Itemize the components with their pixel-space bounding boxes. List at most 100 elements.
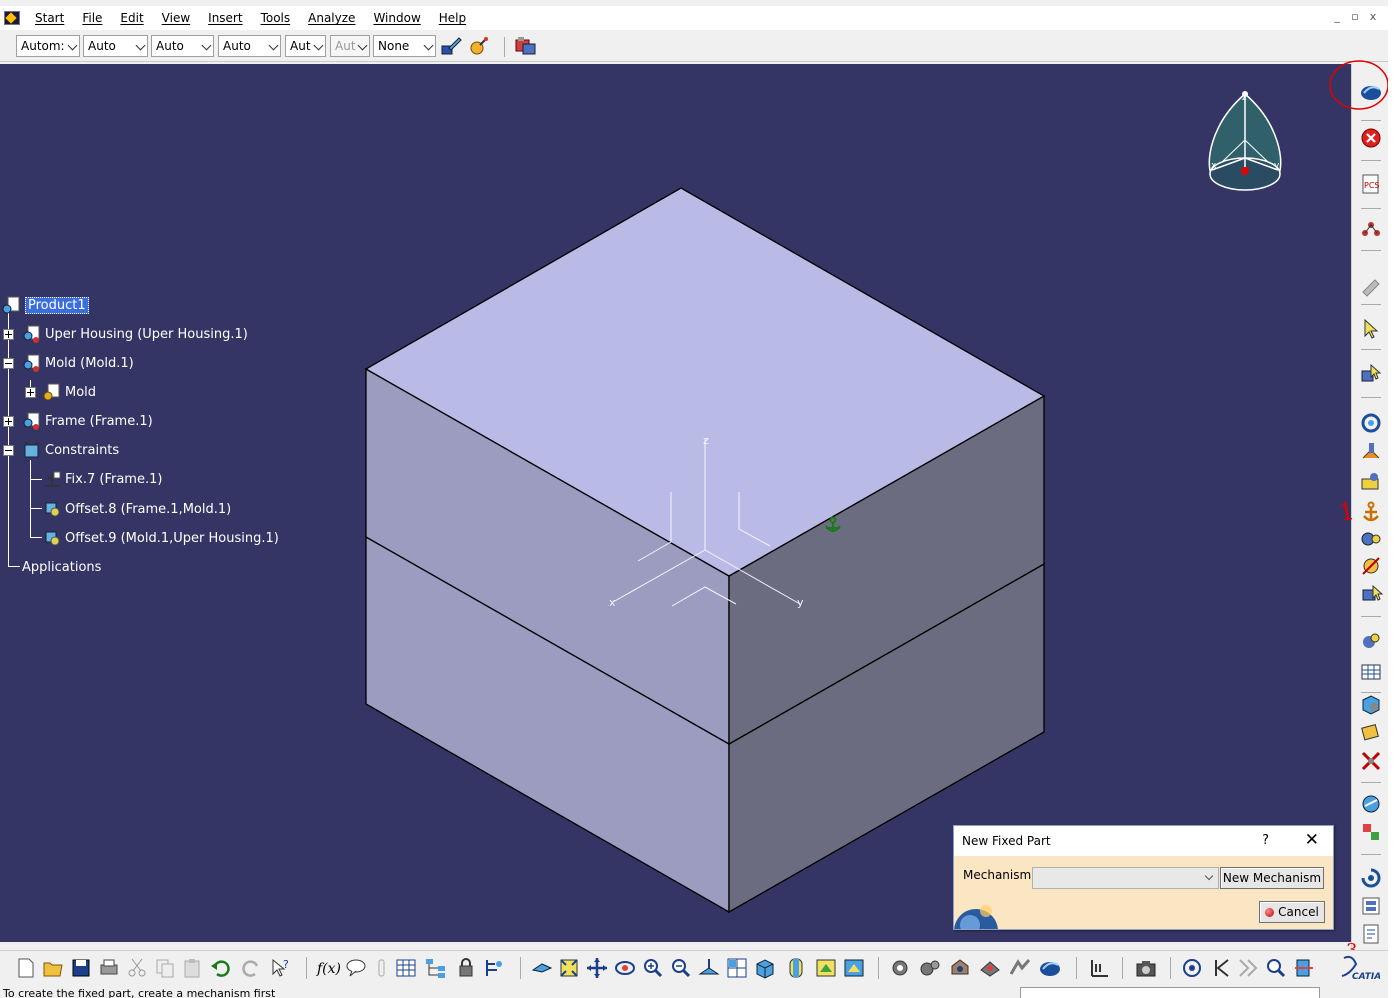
line-type-combo[interactable]: Auto bbox=[218, 35, 281, 57]
line-thickness-combo[interactable]: Auto bbox=[151, 35, 214, 57]
collapse-toggle[interactable] bbox=[3, 358, 14, 369]
new-mechanism-button[interactable]: New Mechanism bbox=[1220, 867, 1324, 889]
catalog-browser-icon[interactable] bbox=[514, 34, 538, 58]
tree-label[interactable]: Frame (Frame.1) bbox=[45, 414, 153, 429]
tree-node-offset9[interactable]: Offset.9 (Mold.1,Uper Housing.1) bbox=[42, 527, 279, 549]
tree-label[interactable]: Offset.9 (Mold.1,Uper Housing.1) bbox=[65, 531, 279, 546]
assembly-constraints-icon[interactable] bbox=[1359, 469, 1383, 493]
rack-joint-icon[interactable] bbox=[1359, 554, 1383, 578]
catia-app-icon[interactable] bbox=[4, 11, 20, 25]
fly-mode-icon[interactable] bbox=[530, 956, 554, 980]
speed-acceleration-icon[interactable] bbox=[1359, 720, 1383, 744]
measure-icon[interactable] bbox=[1088, 956, 1112, 980]
shading-icon[interactable] bbox=[784, 956, 808, 980]
comment-icon[interactable] bbox=[344, 956, 368, 980]
mechanism-select[interactable] bbox=[1032, 867, 1219, 889]
camera-icon[interactable] bbox=[1134, 956, 1158, 980]
fit-all-icon[interactable] bbox=[557, 956, 581, 980]
hide-show-icon[interactable] bbox=[814, 956, 838, 980]
tree-node-applications[interactable]: Applications bbox=[22, 556, 101, 578]
undo-icon[interactable] bbox=[209, 956, 233, 980]
sections-icon[interactable] bbox=[1292, 956, 1316, 980]
menu-insert[interactable]: Insert bbox=[199, 8, 251, 28]
menu-tools[interactable]: Tools bbox=[252, 8, 300, 28]
print-icon[interactable] bbox=[97, 956, 121, 980]
multi-view-icon[interactable] bbox=[725, 956, 749, 980]
select-arrow-icon[interactable] bbox=[1359, 317, 1383, 341]
paste-icon[interactable] bbox=[181, 956, 205, 980]
menu-file[interactable]: File bbox=[73, 8, 111, 28]
new-document-icon[interactable] bbox=[14, 956, 38, 980]
tree-label[interactable]: Mold bbox=[65, 385, 96, 400]
gear-icon[interactable] bbox=[888, 956, 912, 980]
exit-icon[interactable] bbox=[1359, 126, 1383, 150]
swap-visible-space-icon[interactable] bbox=[842, 956, 866, 980]
target-icon[interactable] bbox=[1180, 956, 1204, 980]
compass-icon[interactable] bbox=[1208, 91, 1282, 191]
tree-node-constraints[interactable]: Constraints bbox=[22, 439, 119, 461]
open-folder-icon[interactable] bbox=[41, 956, 65, 980]
law-icon[interactable] bbox=[483, 956, 507, 980]
lock-icon[interactable] bbox=[454, 956, 478, 980]
tree-node-offset8[interactable]: Offset.8 (Frame.1,Mold.1) bbox=[42, 498, 231, 520]
painter-icon[interactable] bbox=[439, 34, 463, 58]
tree-label[interactable]: Applications bbox=[22, 560, 101, 575]
point-type-combo[interactable]: Aut bbox=[285, 35, 326, 57]
prismatic-joint-icon[interactable] bbox=[1359, 440, 1383, 464]
distance-icon[interactable] bbox=[1008, 956, 1032, 980]
menu-analyze[interactable]: Analyze bbox=[299, 8, 364, 28]
power-input-field[interactable] bbox=[1020, 987, 1320, 998]
tree-structure-icon[interactable] bbox=[424, 956, 448, 980]
tools-icon[interactable] bbox=[1359, 749, 1383, 773]
menu-start[interactable]: Start bbox=[26, 8, 73, 28]
close-window-button[interactable]: x bbox=[1364, 6, 1382, 28]
pcs-icon[interactable]: PCS bbox=[1359, 172, 1383, 196]
sensor-grid-icon[interactable] bbox=[1359, 660, 1383, 684]
help-button[interactable]: ? bbox=[1262, 833, 1269, 848]
menu-help[interactable]: Help bbox=[430, 8, 475, 28]
clash-icon[interactable] bbox=[978, 956, 1002, 980]
tree-node-fix7[interactable]: Fix.7 (Frame.1) bbox=[42, 468, 162, 490]
zoom-out-icon[interactable] bbox=[669, 956, 693, 980]
transparency-combo[interactable]: Auto bbox=[83, 35, 148, 57]
network-icon[interactable] bbox=[1359, 217, 1383, 241]
tree-node-product1[interactable]: Product1 bbox=[2, 294, 89, 316]
gears-icon[interactable] bbox=[918, 956, 942, 980]
simulation-player-icon[interactable] bbox=[948, 956, 972, 980]
restore-button[interactable]: ▫ bbox=[1346, 6, 1364, 28]
skip-back-icon[interactable] bbox=[1208, 956, 1232, 980]
tree-label[interactable]: Offset.8 (Frame.1,Mold.1) bbox=[65, 502, 231, 517]
properties-painter-icon[interactable] bbox=[467, 34, 491, 58]
iso-view-icon[interactable] bbox=[753, 956, 777, 980]
kinematics-icon[interactable] bbox=[1038, 956, 1062, 980]
dmu-kinematics-workbench-icon[interactable] bbox=[1359, 80, 1383, 104]
color-combo[interactable]: Autom: bbox=[16, 35, 80, 57]
tree-label[interactable]: Mold (Mold.1) bbox=[45, 356, 134, 371]
normal-view-icon[interactable] bbox=[697, 956, 721, 980]
tree-label-product1[interactable]: Product1 bbox=[25, 296, 89, 314]
formula-icon[interactable]: f(x) bbox=[316, 956, 340, 980]
expand-toggle[interactable] bbox=[3, 416, 14, 427]
catalog-icon[interactable] bbox=[1359, 894, 1383, 918]
mechanism-analysis-icon[interactable] bbox=[1359, 582, 1383, 606]
simulation-icon[interactable] bbox=[1359, 362, 1383, 386]
cancel-button[interactable]: Cancel bbox=[1259, 901, 1325, 923]
collapse-toggle[interactable] bbox=[3, 445, 14, 456]
whats-this-icon[interactable]: ? bbox=[269, 956, 293, 980]
expand-toggle[interactable] bbox=[3, 329, 14, 340]
menu-edit[interactable]: Edit bbox=[111, 8, 152, 28]
tree-label[interactable]: Uper Housing (Uper Housing.1) bbox=[45, 327, 248, 342]
swept-volume-icon[interactable] bbox=[1359, 792, 1383, 816]
rotate-icon[interactable] bbox=[613, 956, 637, 980]
revolute-joint-icon[interactable] bbox=[1359, 411, 1383, 435]
search-icon[interactable] bbox=[1264, 956, 1288, 980]
expand-toggle[interactable] bbox=[25, 387, 36, 398]
layer-combo[interactable]: None bbox=[373, 35, 436, 57]
save-icon[interactable] bbox=[69, 956, 93, 980]
tree-label[interactable]: Fix.7 (Frame.1) bbox=[65, 472, 162, 487]
tree-node-mold-instance[interactable]: Mold (Mold.1) bbox=[22, 352, 134, 374]
tree-node-mold-part[interactable]: Mold bbox=[42, 381, 96, 403]
tree-node-uper-housing[interactable]: Uper Housing (Uper Housing.1) bbox=[22, 323, 248, 345]
zoom-in-icon[interactable] bbox=[641, 956, 665, 980]
copy-icon[interactable] bbox=[153, 956, 177, 980]
